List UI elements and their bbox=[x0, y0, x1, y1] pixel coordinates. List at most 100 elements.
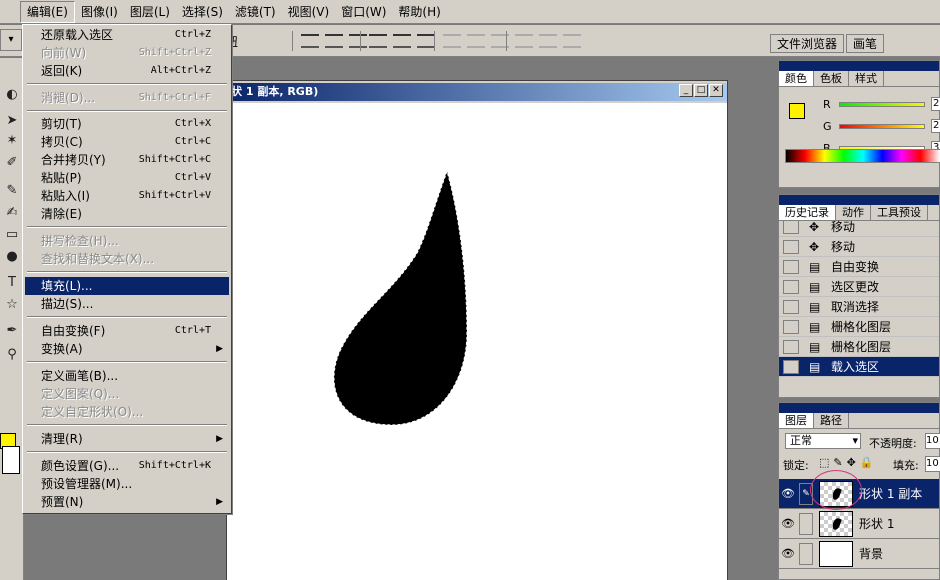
layer-row-active[interactable]: 👁 ✎ 形状 1 副本 bbox=[779, 479, 939, 509]
menu-bar: 编辑(E) 图像(I) 图层(L) 选择(S) 滤镜(T) 视图(V) 窗口(W… bbox=[0, 0, 940, 24]
brush-icon[interactable]: ✎ bbox=[799, 482, 813, 505]
menu-view[interactable]: 视图(V) bbox=[282, 1, 336, 23]
distribute-buttons-2[interactable] bbox=[506, 31, 581, 51]
green-value-field[interactable]: 2 bbox=[931, 119, 940, 133]
menu-item-purge[interactable]: 清理(R) ▶ bbox=[25, 430, 229, 448]
blend-mode-select[interactable]: 正常 ▾ bbox=[785, 433, 861, 449]
menu-item-color-settings[interactable]: 颜色设置(G)... Shift+Ctrl+K bbox=[25, 457, 229, 475]
lasso-tool-icon[interactable]: ◐ bbox=[3, 86, 21, 104]
maximize-icon[interactable]: □ bbox=[694, 84, 708, 97]
tab-styles[interactable]: 样式 bbox=[849, 71, 884, 86]
layer-thumbnail bbox=[819, 510, 853, 537]
link-slot[interactable] bbox=[799, 542, 813, 565]
tab-paths[interactable]: 路径 bbox=[814, 413, 849, 428]
menu-item-copy-merged[interactable]: 合并拷贝(Y) Shift+Ctrl+C bbox=[25, 151, 229, 169]
menu-item-cut[interactable]: 剪切(T) Ctrl+X bbox=[25, 115, 229, 133]
tab-file-browser[interactable]: 文件浏览器 bbox=[770, 34, 845, 53]
align-buttons[interactable] bbox=[292, 31, 367, 51]
background-color-swatch[interactable] bbox=[2, 446, 20, 474]
red-channel-row: R 2 bbox=[823, 97, 940, 111]
tab-brushes[interactable]: 画笔 bbox=[846, 34, 885, 53]
eyedropper-tool-icon[interactable]: ✒ bbox=[3, 322, 21, 340]
history-item[interactable]: ▤ 选区更改 bbox=[779, 277, 939, 297]
menu-item-paste-into[interactable]: 粘贴入(I) Shift+Ctrl+V bbox=[25, 187, 229, 205]
history-item[interactable]: ▤ 自由变换 bbox=[779, 257, 939, 277]
menu-image[interactable]: 图像(I) bbox=[75, 1, 124, 23]
tab-layers[interactable]: 图层 bbox=[779, 413, 814, 428]
align-buttons-2[interactable] bbox=[360, 31, 435, 51]
menu-select[interactable]: 选择(S) bbox=[176, 1, 229, 23]
panel-title-bar[interactable] bbox=[779, 61, 939, 71]
menu-separator bbox=[27, 110, 227, 112]
menu-separator bbox=[27, 83, 227, 85]
menu-item-fade: 消褪(D)... Shift+Ctrl+F bbox=[41, 91, 211, 105]
menu-item-paste[interactable]: 粘贴(P) Ctrl+V bbox=[25, 169, 229, 187]
opacity-field[interactable]: 10 bbox=[925, 433, 940, 449]
history-brush-icon[interactable]: ✍ bbox=[3, 204, 21, 222]
red-slider[interactable] bbox=[839, 101, 925, 107]
green-slider[interactable] bbox=[839, 123, 925, 129]
zoom-tool-icon[interactable]: ⚲ bbox=[3, 346, 21, 364]
document-icon: ▤ bbox=[809, 339, 821, 354]
tab-color[interactable]: 颜色 bbox=[779, 71, 814, 86]
minimize-icon[interactable]: _ bbox=[679, 84, 693, 97]
history-item[interactable]: ▤ 取消选择 bbox=[779, 297, 939, 317]
gradient-tool-icon[interactable]: ▭ bbox=[3, 226, 21, 244]
link-slot[interactable] bbox=[799, 512, 813, 535]
history-item[interactable]: ✥ 移动 bbox=[779, 237, 939, 257]
lock-icons[interactable]: ⬚✎✥🔒 bbox=[819, 456, 878, 469]
menu-help[interactable]: 帮助(H) bbox=[392, 1, 446, 23]
menu-item-preset-manager[interactable]: 预设管理器(M)... bbox=[25, 475, 229, 493]
layer-row[interactable]: 👁 背景 bbox=[779, 539, 939, 569]
menu-item-transform[interactable]: 变换(A) ▶ bbox=[25, 340, 229, 358]
history-item-active[interactable]: ▤ 载入选区 bbox=[779, 357, 939, 377]
menu-item-preferences[interactable]: 预置(N) ▶ bbox=[25, 493, 229, 511]
layers-panel: 图层 路径 正常 ▾ 不透明度: 10 锁定: ⬚✎✥🔒 填充: 10 👁 ✎ 形… bbox=[778, 402, 940, 580]
burn-tool-icon[interactable]: ● bbox=[3, 248, 21, 266]
menu-item-fill[interactable]: 填充(L)... bbox=[25, 277, 229, 295]
tool-preset-picker[interactable]: ▾ bbox=[0, 29, 22, 51]
menu-item-copy[interactable]: 拷贝(C) Ctrl+C bbox=[25, 133, 229, 151]
menu-item-stroke[interactable]: 描边(S)... bbox=[25, 295, 229, 313]
history-item[interactable]: ▤ 栅格化图层 bbox=[779, 317, 939, 337]
menu-separator bbox=[27, 271, 227, 273]
panel-title-bar[interactable] bbox=[779, 403, 939, 413]
history-item[interactable]: ✥ 移动 bbox=[779, 217, 939, 237]
move-tool-icon[interactable]: ➤ bbox=[3, 112, 21, 130]
menu-item-step-backward[interactable]: 返回(K) Alt+Ctrl+Z bbox=[25, 62, 229, 80]
color-spectrum-ramp[interactable] bbox=[785, 149, 940, 163]
close-icon[interactable]: ✕ bbox=[709, 84, 723, 97]
distribute-buttons[interactable] bbox=[434, 31, 509, 51]
image-canvas[interactable] bbox=[227, 103, 727, 580]
color-foreground-swatch[interactable] bbox=[789, 103, 805, 119]
eye-icon[interactable]: 👁 bbox=[779, 517, 797, 530]
menu-layer[interactable]: 图层(L) bbox=[124, 1, 176, 23]
document-icon: ▤ bbox=[809, 319, 821, 334]
magic-wand-icon[interactable]: ✶ bbox=[3, 132, 21, 150]
menu-separator bbox=[27, 361, 227, 363]
tab-swatches[interactable]: 色板 bbox=[814, 71, 849, 86]
menu-item-undo[interactable]: 还原载入选区 Ctrl+Z bbox=[25, 26, 229, 44]
eye-icon[interactable]: 👁 bbox=[779, 487, 797, 500]
type-tool-icon[interactable]: T bbox=[3, 274, 21, 292]
shape-tool-icon[interactable]: ☆ bbox=[3, 296, 21, 314]
menu-item-clear[interactable]: 清除(E) bbox=[25, 205, 229, 223]
healing-brush-icon[interactable]: ✐ bbox=[3, 154, 21, 172]
layer-row[interactable]: 👁 形状 1 bbox=[779, 509, 939, 539]
red-value-field[interactable]: 2 bbox=[931, 97, 940, 111]
brush-tool-icon[interactable]: ✎ bbox=[3, 182, 21, 200]
menu-edit[interactable]: 编辑(E) bbox=[20, 0, 75, 23]
menu-item-step-forward: 向前(W) Shift+Ctrl+Z bbox=[41, 46, 211, 60]
menu-filter[interactable]: 滤镜(T) bbox=[229, 1, 282, 23]
panel-title-bar[interactable] bbox=[779, 195, 939, 205]
document-icon: ▤ bbox=[809, 279, 821, 294]
opacity-label: 不透明度: bbox=[869, 437, 917, 450]
layer-thumbnail bbox=[819, 540, 853, 567]
fill-field[interactable]: 10 bbox=[925, 456, 940, 472]
history-item[interactable]: ▤ 栅格化图层 bbox=[779, 337, 939, 357]
menu-item-define-brush[interactable]: 定义画笔(B)... bbox=[25, 367, 229, 385]
menu-item-free-transform[interactable]: 自由变换(F) Ctrl+T bbox=[25, 322, 229, 340]
eye-icon[interactable]: 👁 bbox=[779, 547, 797, 560]
toolbox: ◐ ➤ ✶ ✐ ✎ ✍ ▭ ● T ☆ ✒ ⚲ bbox=[0, 58, 24, 580]
menu-window[interactable]: 窗口(W) bbox=[335, 1, 392, 23]
